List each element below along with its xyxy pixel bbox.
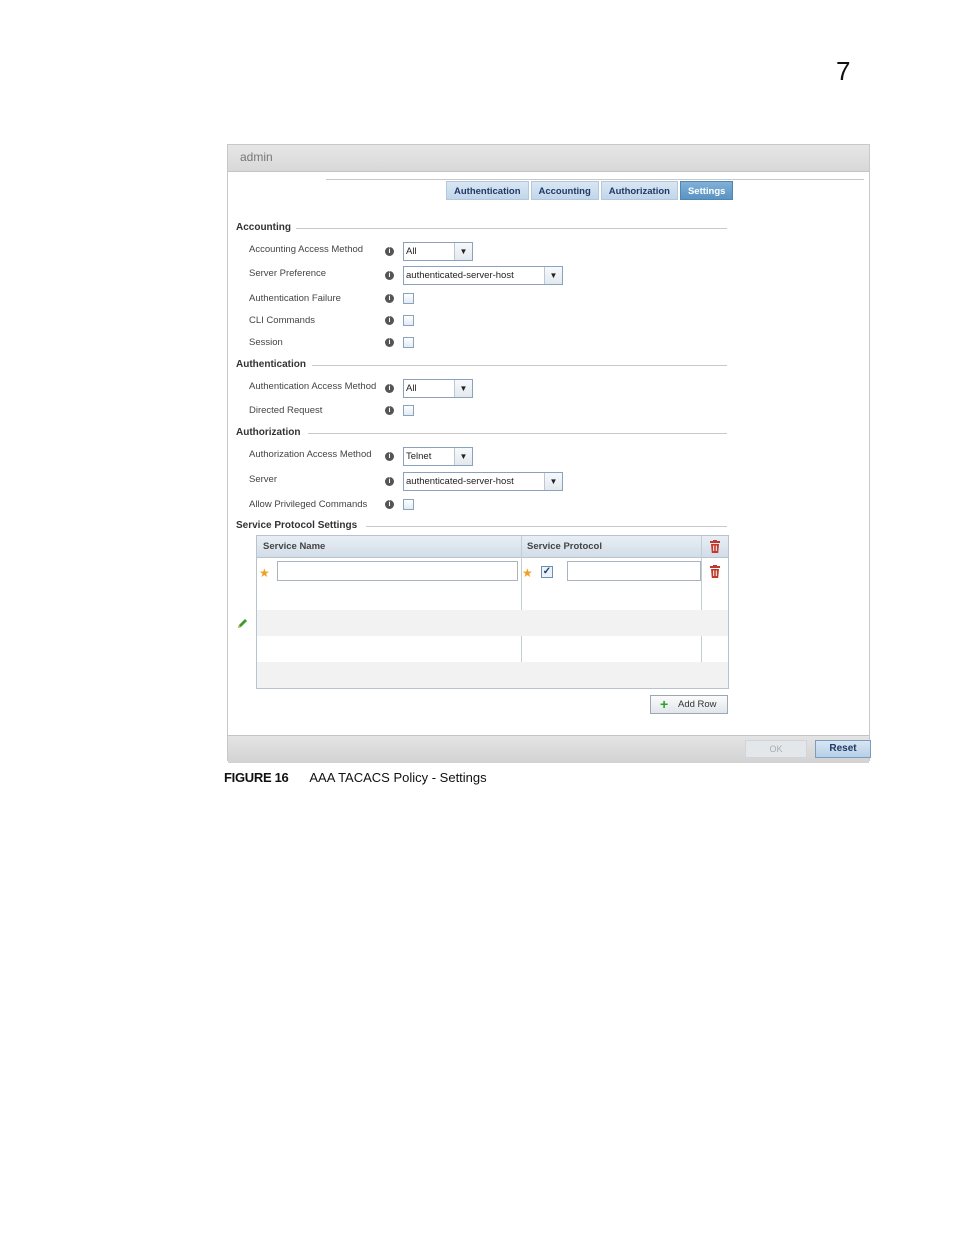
figure-label: FIGURE 16 [224,770,289,785]
service-name-input[interactable] [277,561,518,581]
info-icon[interactable]: i [385,406,394,415]
cli-commands-checkbox[interactable] [403,315,414,326]
footer-bar: OK Reset [228,735,871,763]
tab-bar: Authentication Accounting Authorization … [446,181,734,201]
tab-settings[interactable]: Settings [679,181,734,200]
server-select[interactable]: authenticated-server-host ▼ [403,472,563,491]
service-protocol-input[interactable] [567,561,701,581]
directed-request-label: Directed Request [249,405,323,416]
directed-request-checkbox[interactable] [403,405,414,416]
tab-authorization[interactable]: Authorization [600,181,678,200]
info-icon[interactable]: i [385,294,394,303]
authorization-access-method-value: Telnet [406,451,432,462]
chevron-down-icon[interactable]: ▼ [544,267,562,284]
trash-icon[interactable] [709,540,721,553]
allow-privileged-commands-label: Allow Privileged Commands [249,499,368,510]
authentication-access-method-label: Authentication Access Method [249,381,377,392]
info-icon[interactable]: i [385,338,394,347]
trash-icon[interactable] [709,565,721,578]
server-value: authenticated-server-host [406,476,514,487]
ok-button[interactable]: OK [745,740,807,758]
star-icon: ★ [522,566,533,580]
server-label: Server [249,474,277,485]
table-row [257,610,728,636]
plus-icon: + [660,696,669,712]
add-row-label: Add Row [678,699,717,710]
table-row [257,662,728,688]
session-checkbox[interactable] [403,337,414,348]
server-preference-select[interactable]: authenticated-server-host ▼ [403,266,563,285]
service-protocol-section-title: Service Protocol Settings [236,520,358,531]
authentication-divider [312,365,727,366]
service-protocol-checkbox[interactable]: ✓ [541,566,553,578]
pencil-icon[interactable] [236,618,248,630]
authorization-access-method-label: Authorization Access Method [249,449,372,460]
column-header-service-name[interactable]: Service Name [263,541,325,552]
chevron-down-icon[interactable]: ▼ [454,380,472,397]
figure-caption-text: AAA TACACS Policy - Settings [309,770,487,785]
chevron-down-icon[interactable]: ▼ [454,448,472,465]
server-preference-label: Server Preference [249,268,327,279]
server-preference-value: authenticated-server-host [406,270,514,281]
info-icon[interactable]: i [385,477,394,486]
policy-window: admin Authentication Accounting Authoriz… [227,144,871,763]
column-header-service-protocol[interactable]: Service Protocol [527,541,602,552]
authorization-access-method-select[interactable]: Telnet ▼ [403,447,473,466]
info-icon[interactable]: i [385,452,394,461]
allow-privileged-commands-checkbox[interactable] [403,499,414,510]
authentication-failure-label: Authentication Failure [249,293,341,304]
info-icon[interactable]: i [385,271,394,280]
authentication-access-method-value: All [406,383,417,394]
service-protocol-divider [366,526,727,527]
reset-button[interactable]: Reset [815,740,871,758]
chevron-down-icon[interactable]: ▼ [454,243,472,260]
info-icon[interactable]: i [385,384,394,393]
figure-caption: FIGURE 16 AAA TACACS Policy - Settings [224,770,487,785]
accounting-access-method-select[interactable]: All ▼ [403,242,473,261]
window-title: admin [240,150,273,164]
title-bar: admin [228,145,869,172]
add-row-button[interactable]: + Add Row [650,695,728,714]
accounting-divider [296,228,727,229]
tab-authentication[interactable]: Authentication [446,181,529,200]
accounting-section-title: Accounting [236,222,291,233]
service-protocol-table: Service Name Service Protocol ★ ★ ✓ [256,535,729,689]
table-header: Service Name Service Protocol [257,536,728,558]
cli-commands-label: CLI Commands [249,315,315,326]
chapter-number: 7 [836,56,851,86]
authorization-divider [308,433,727,434]
tab-divider [326,179,864,180]
session-label: Session [249,337,283,348]
authentication-failure-checkbox[interactable] [403,293,414,304]
info-icon[interactable]: i [385,316,394,325]
authentication-access-method-select[interactable]: All ▼ [403,379,473,398]
tab-accounting[interactable]: Accounting [530,181,599,200]
star-icon: ★ [259,566,270,580]
accounting-access-method-value: All [406,246,417,257]
chevron-down-icon[interactable]: ▼ [544,473,562,490]
info-icon[interactable]: i [385,247,394,256]
info-icon[interactable]: i [385,500,394,509]
authentication-section-title: Authentication [236,359,306,370]
authorization-section-title: Authorization [236,427,301,438]
accounting-access-method-label: Accounting Access Method [249,244,364,255]
